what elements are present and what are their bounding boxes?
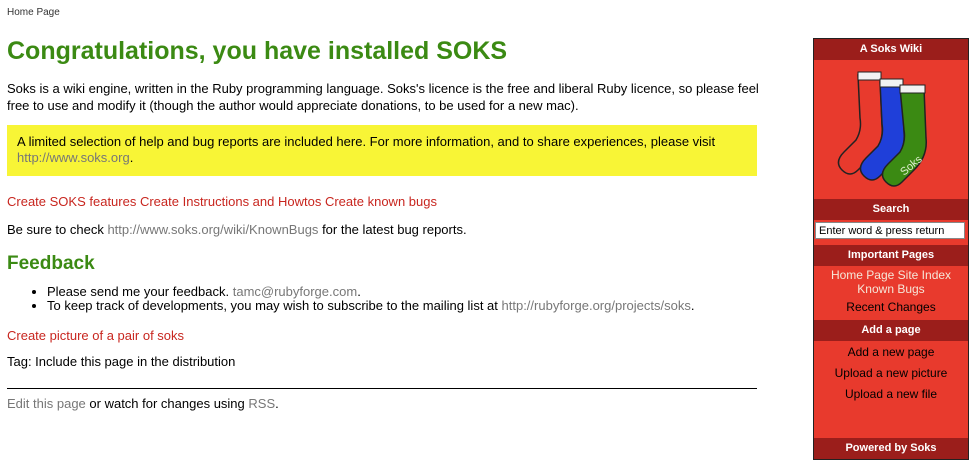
sidebar-item-recent-changes[interactable]: Recent Changes [846,300,935,314]
rss-link[interactable]: RSS [248,396,275,411]
tag-line: Tag: Include this page in the distributi… [7,354,236,369]
sidebar-item-home-page[interactable]: Home Page [831,268,894,282]
check-prefix: Be sure to check [7,222,104,237]
add-page-list: Add a new page Upload a new picture Uplo… [814,341,968,405]
feedback-email-link[interactable]: tamc@rubyforge.com [233,284,357,299]
create-soks-features-link[interactable]: Create SOKS features [7,194,136,209]
list-item: Please send me your feedback. tamc@rubyf… [47,285,759,299]
main-content: Congratulations, you have installed SOKS… [7,36,759,412]
check-suffix: for the latest bug reports. [322,222,467,237]
sidebar-item-upload-picture[interactable]: Upload a new picture [814,363,968,384]
search-heading: Search [814,199,968,220]
soks-logo[interactable]: Soks [814,60,968,199]
edit-page-link[interactable]: Edit this page [7,396,86,411]
intro-paragraph: Soks is a wiki engine, written in the Ru… [7,81,759,113]
feedback-heading: Feedback [7,253,95,274]
powered-by-footer: Powered by Soks [814,438,968,459]
add-page-heading: Add a page [814,320,968,341]
feedback-list: Please send me your feedback. tamc@rubyf… [7,285,759,313]
soks-website-link[interactable]: http://www.soks.org [17,150,130,165]
sidebar: A Soks Wiki Soks Search Important Pages … [813,38,969,460]
create-links-row: Create SOKS features Create Instructions… [7,193,759,210]
search-input[interactable] [815,222,965,239]
notice-suffix: . [129,150,134,165]
footer-divider [7,388,757,389]
breadcrumb-home-link[interactable]: Home Page [7,7,60,18]
sidebar-item-known-bugs[interactable]: Known Bugs [857,282,924,296]
sidebar-title: A Soks Wiki [814,39,968,60]
page-footer: Edit this page or watch for changes usin… [7,395,759,412]
feedback-item2-suffix: . [690,298,695,313]
notice-box: A limited selection of help and bug repo… [7,125,757,176]
list-item: To keep track of developments, you may w… [47,299,759,313]
feedback-item1-suffix: . [357,284,361,299]
known-bugs-url-link[interactable]: http://www.soks.org/wiki/KnownBugs [107,222,318,237]
sidebar-item-upload-file[interactable]: Upload a new file [814,384,968,405]
breadcrumb[interactable]: Home Page [7,7,60,18]
important-pages-list: Home Page Site Index Known Bugs Recent C… [814,266,968,314]
sidebar-item-add-new-page[interactable]: Add a new page [814,342,968,363]
create-known-bugs-link[interactable]: Create known bugs [325,194,437,209]
feedback-item1-text: Please send me your feedback. [47,284,230,299]
mailing-list-link[interactable]: http://rubyforge.org/projects/soks [502,298,691,313]
green-sock-cuff [899,84,926,94]
sidebar-item-site-index[interactable]: Site Index [898,268,951,282]
known-bugs-line: Be sure to check http://www.soks.org/wik… [7,221,759,238]
create-pair-line: Create picture of a pair of soks [7,327,759,344]
feedback-item2-text: To keep track of developments, you may w… [47,298,498,313]
important-pages-heading: Important Pages [814,245,968,266]
red-sock-cuff [857,71,882,81]
footer-suffix: . [275,396,279,411]
socks-logo-icon: Soks [837,71,927,187]
create-picture-link[interactable]: Create picture of a pair of soks [7,328,184,343]
page-title: Congratulations, you have installed SOKS [7,37,508,65]
notice-text: A limited selection of help and bug repo… [17,134,716,149]
footer-middle-text: or watch for changes using [89,396,245,411]
create-instructions-link[interactable]: Create Instructions and Howtos [140,194,321,209]
